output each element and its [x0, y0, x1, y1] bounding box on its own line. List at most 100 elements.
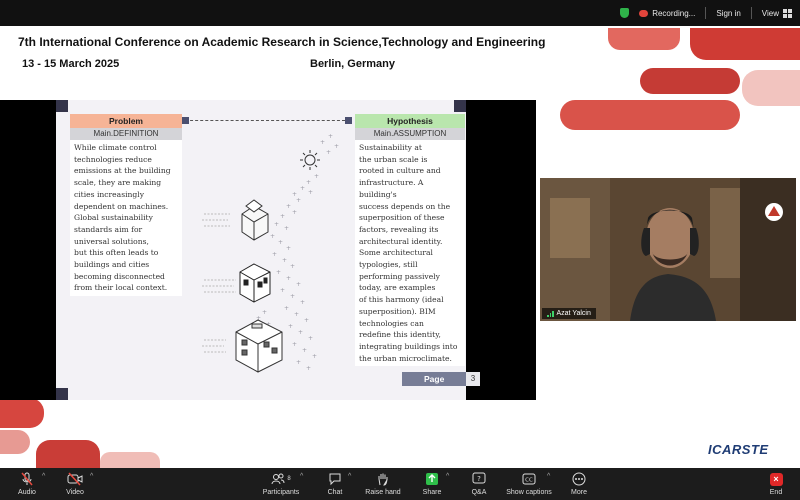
conference-location: Berlin, Germany — [310, 58, 395, 70]
raise-hand-label: Raise hand — [365, 489, 401, 496]
conference-dates: 13 - 15 March 2025 — [22, 58, 120, 70]
audio-options-chevron-up-icon[interactable]: ^ — [42, 473, 45, 480]
shield-icon[interactable] — [620, 8, 630, 18]
participants-button[interactable]: 8 Participants — [258, 468, 304, 500]
chat-button[interactable]: Chat — [322, 468, 348, 500]
recording-icon — [639, 9, 649, 17]
svg-text:+: + — [306, 179, 311, 186]
decorative-shape — [608, 28, 680, 50]
decorative-shape — [100, 452, 160, 468]
svg-text:+: + — [272, 251, 277, 258]
problem-column: Problem Main.DEFINITION While climate co… — [70, 114, 182, 297]
chat-options-chevron-up-icon[interactable]: ^ — [348, 473, 351, 480]
svg-text:+: + — [286, 245, 291, 252]
decorative-shape — [0, 398, 44, 428]
svg-text:+: + — [320, 139, 325, 146]
share-button[interactable]: Share — [418, 468, 446, 500]
video-label: Video — [66, 489, 84, 496]
svg-text:+: + — [304, 317, 309, 324]
svg-text:+: + — [306, 365, 311, 372]
svg-text:+: + — [280, 287, 285, 294]
recording-indicator[interactable]: Recording... — [639, 9, 695, 18]
svg-text:+: + — [274, 221, 279, 228]
end-label: End — [769, 489, 783, 496]
show-captions-label: Show captions — [506, 489, 552, 496]
participants-options-chevron-up-icon[interactable]: ^ — [300, 473, 303, 480]
svg-text:+: + — [296, 281, 301, 288]
video-button[interactable]: Video — [60, 468, 90, 500]
svg-text:+: + — [282, 257, 287, 264]
problem-text: While climate control technologies reduc… — [70, 140, 182, 297]
svg-text:+: + — [314, 173, 319, 180]
svg-text:+: + — [296, 359, 301, 366]
svg-text:CC: CC — [525, 478, 533, 484]
building-illustration: ++++ ++++ ++++ ++++ ++++ ++++ ++++ ++++ … — [202, 133, 339, 373]
view-label: View — [761, 8, 779, 18]
slide-corner — [56, 100, 68, 112]
svg-text:+: + — [288, 323, 293, 330]
view-button[interactable]: View — [761, 8, 792, 18]
end-meeting-button[interactable]: × End — [764, 468, 788, 500]
participant-name: Azat Yalcin — [556, 310, 591, 317]
meeting-toolbar: Audio ^ Video ^ 8 Participants ^ Chat ^ … — [0, 468, 800, 500]
more-label: More — [571, 489, 587, 496]
svg-text:+: + — [296, 197, 301, 204]
muted-microphone-icon — [21, 472, 33, 486]
audio-label: Audio — [18, 489, 36, 496]
decorative-shape — [560, 100, 740, 130]
decorative-shape — [0, 430, 30, 454]
svg-text:+: + — [290, 293, 295, 300]
svg-text:+: + — [286, 203, 291, 210]
slide-corner — [454, 100, 466, 112]
page-number: 3 — [466, 372, 480, 386]
hypothesis-subheader: Main.ASSUMPTION — [355, 128, 465, 140]
page-label: Page — [402, 372, 466, 386]
decorative-shape — [640, 68, 740, 94]
signal-strength-icon — [547, 310, 554, 317]
svg-text:+: + — [298, 329, 303, 336]
top-bar: Recording... Sign in View — [0, 0, 800, 26]
video-feed — [540, 178, 796, 321]
more-icon — [572, 472, 586, 486]
svg-text:+: + — [286, 275, 291, 282]
qa-button[interactable]: ? Q&A — [468, 468, 490, 500]
hypothesis-header: Hypothesis — [355, 114, 465, 128]
recording-label: Recording... — [652, 8, 696, 18]
more-button[interactable]: More — [568, 468, 590, 500]
slide-corner — [56, 388, 68, 400]
svg-text:+: + — [308, 335, 313, 342]
show-captions-button[interactable]: CC Show captions — [505, 468, 553, 500]
participants-icon — [271, 473, 285, 485]
townhouse-icon — [239, 263, 271, 303]
svg-text:+: + — [270, 233, 275, 240]
chat-label: Chat — [327, 489, 343, 496]
divider — [705, 7, 707, 19]
svg-text:+: + — [294, 311, 299, 318]
share-options-chevron-up-icon[interactable]: ^ — [446, 473, 449, 480]
captions-options-chevron-up-icon[interactable]: ^ — [547, 473, 550, 480]
top-bar-controls: Recording... Sign in View — [620, 0, 792, 26]
svg-text:+: + — [290, 263, 295, 270]
video-options-chevron-up-icon[interactable]: ^ — [90, 473, 93, 480]
end-icon: × — [769, 472, 783, 486]
sign-in-button[interactable]: Sign in — [716, 9, 740, 18]
participants-count: 8 — [287, 476, 291, 482]
apartment-block-icon — [235, 319, 283, 373]
decorative-shape — [36, 440, 100, 468]
hypothesis-text: Sustainability at the urban scale is roo… — [355, 140, 465, 367]
svg-text:+: + — [284, 225, 289, 232]
connector-node — [182, 117, 189, 124]
hypothesis-column: Hypothesis Main.ASSUMPTION Sustainabilit… — [355, 114, 465, 367]
svg-text:+: + — [292, 209, 297, 216]
raise-hand-button[interactable]: Raise hand — [362, 468, 404, 500]
share-label: Share — [422, 489, 442, 496]
participant-name-badge: Azat Yalcin — [542, 308, 596, 319]
problem-header: Problem — [70, 114, 182, 128]
audio-button[interactable]: Audio — [12, 468, 42, 500]
decorative-shape — [690, 28, 800, 60]
qa-label: Q&A — [471, 489, 487, 496]
raise-hand-icon — [378, 473, 388, 486]
svg-text:+: + — [300, 185, 305, 192]
shared-screen-backdrop-right — [466, 100, 536, 400]
participant-video-tile[interactable]: Azat Yalcin — [540, 178, 796, 321]
